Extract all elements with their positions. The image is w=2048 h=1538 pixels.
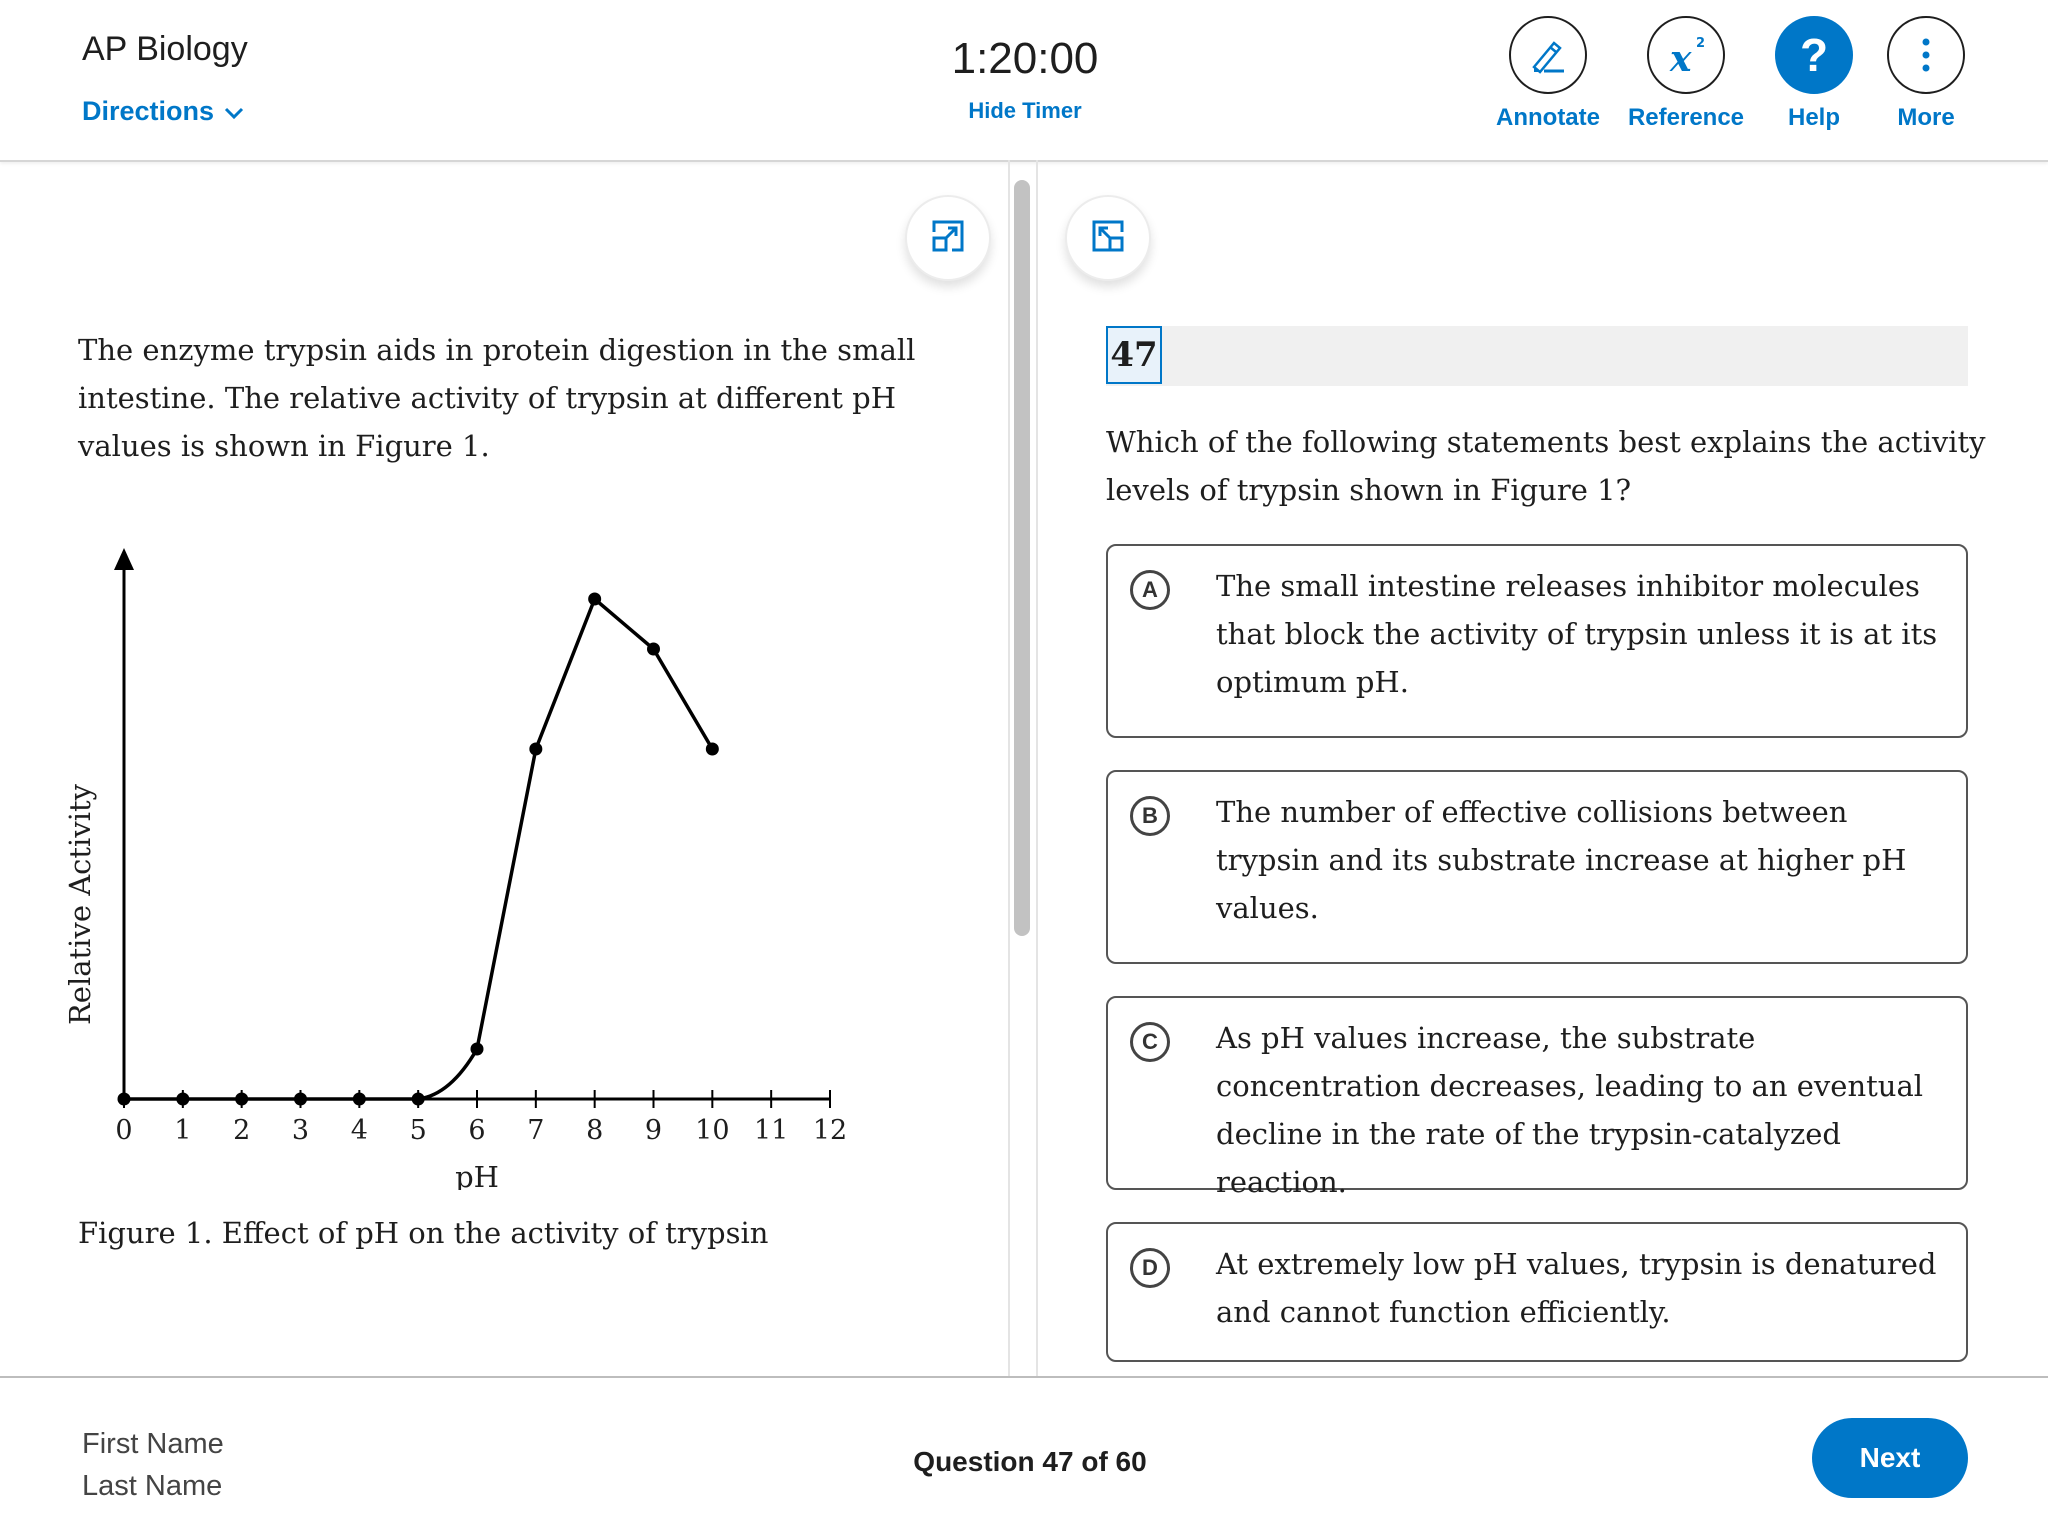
data-point-ph-1 — [176, 1092, 190, 1106]
question-icon: ? — [1775, 16, 1853, 94]
directions-dropdown[interactable]: Directions — [82, 96, 244, 127]
answer-option-a[interactable]: A The small intestine releases inhibitor… — [1106, 544, 1968, 738]
answer-option-b[interactable]: B The number of effective collisions bet… — [1106, 770, 1968, 964]
directions-label: Directions — [82, 96, 215, 126]
annotate-button[interactable]: Annotate — [1478, 16, 1618, 132]
annotate-label: Annotate — [1496, 104, 1600, 131]
option-letter-a: A — [1130, 570, 1170, 610]
option-text-d: At extremely low pH values, trypsin is d… — [1216, 1247, 1937, 1329]
app-title: AP Biology — [82, 30, 248, 68]
student-last-name: Last Name — [82, 1470, 223, 1502]
data-point-ph-6 — [470, 1042, 484, 1056]
expand-icon — [930, 218, 966, 259]
passage-text: The enzyme trypsin aids in protein diges… — [78, 333, 916, 463]
more-button[interactable]: More — [1856, 16, 1996, 132]
y-axis-label: Relative Activity — [63, 783, 97, 1025]
x-axis-label: pH — [455, 1160, 499, 1190]
hide-timer-button[interactable]: Hide Timer — [900, 98, 1150, 124]
bottom-bar: First Name Last Name Question 47 of 60 N… — [0, 1376, 2048, 1538]
svg-text:?: ? — [1800, 31, 1828, 79]
data-point-ph-8 — [588, 592, 602, 606]
expand-question-button[interactable] — [1065, 195, 1151, 281]
x-tick-label: 4 — [351, 1115, 368, 1146]
chevron-down-icon — [224, 96, 244, 127]
x-tick-label: 8 — [586, 1115, 603, 1146]
top-toolbar: AP Biology Directions 1:20:00 Hide Timer… — [0, 0, 2048, 162]
data-point-ph-2 — [235, 1092, 249, 1106]
option-letter-c: C — [1130, 1022, 1170, 1062]
x-tick-label: 3 — [292, 1115, 309, 1146]
next-button[interactable]: Next — [1812, 1418, 1968, 1498]
option-letter-b: B — [1130, 796, 1170, 836]
svg-text:2: 2 — [1696, 36, 1705, 51]
question-stem: Which of the following statements best e… — [1106, 425, 1986, 507]
data-point-ph-0 — [117, 1092, 131, 1106]
data-point-ph-4 — [352, 1092, 366, 1106]
x-tick-label: 1 — [174, 1115, 191, 1146]
x-tick-label: 5 — [410, 1115, 427, 1146]
answer-option-c[interactable]: C As pH values increase, the substrate c… — [1106, 996, 1968, 1199]
x-tick-label: 12 — [813, 1115, 847, 1146]
option-text-b: The number of effective collisions betwe… — [1216, 795, 1907, 925]
y-axis-arrow — [114, 548, 134, 570]
option-letter-d: D — [1130, 1248, 1170, 1288]
more-label: More — [1897, 104, 1955, 131]
x-tick-label: 0 — [115, 1115, 132, 1146]
data-point-ph-7 — [529, 742, 543, 756]
passage-scrollbar[interactable] — [1014, 180, 1030, 936]
data-point-ph-9 — [647, 642, 660, 656]
x-tick-label: 7 — [527, 1115, 544, 1146]
student-first-name: First Name — [82, 1428, 224, 1460]
question-header-bar — [1106, 326, 1968, 386]
activity-line — [124, 597, 714, 1101]
pencil-icon — [1509, 16, 1587, 94]
x-tick-label: 2 — [233, 1115, 250, 1146]
data-point-ph-3 — [294, 1092, 307, 1106]
x-tick-label: 10 — [695, 1115, 729, 1146]
question-number: 47 — [1106, 326, 1162, 384]
reference-button[interactable]: x 2 Reference — [1616, 16, 1756, 132]
x-tick-label: 9 — [645, 1115, 662, 1146]
option-text-a: The small intestine releases inhibitor m… — [1216, 569, 1938, 699]
x-squared-icon: x 2 — [1647, 16, 1725, 94]
data-point-ph-5 — [411, 1092, 425, 1106]
expand-passage-button[interactable] — [905, 195, 991, 281]
timer-display: 1:20:00 — [951, 34, 1099, 83]
x-tick-label: 11 — [754, 1115, 788, 1146]
svg-text:x: x — [1669, 38, 1692, 77]
answer-option-d[interactable]: D At extremely low pH values, trypsin is… — [1106, 1222, 1968, 1362]
data-point-ph-10 — [705, 742, 719, 756]
figure-caption: Figure 1. Effect of pH on the activity o… — [78, 1216, 769, 1250]
question-counter[interactable]: Question 47 of 60 — [860, 1446, 1200, 1478]
x-tick-label: 6 — [468, 1115, 485, 1146]
reference-label: Reference — [1627, 104, 1745, 131]
collapse-icon — [1090, 218, 1126, 259]
option-text-c: As pH values increase, the substrate con… — [1216, 1021, 1924, 1199]
vertical-dots-icon — [1887, 16, 1965, 94]
trypsin-activity-chart: 0 1 2 3 4 5 6 7 8 9 10 11 12pHRelative Activity — [63, 548, 847, 1190]
